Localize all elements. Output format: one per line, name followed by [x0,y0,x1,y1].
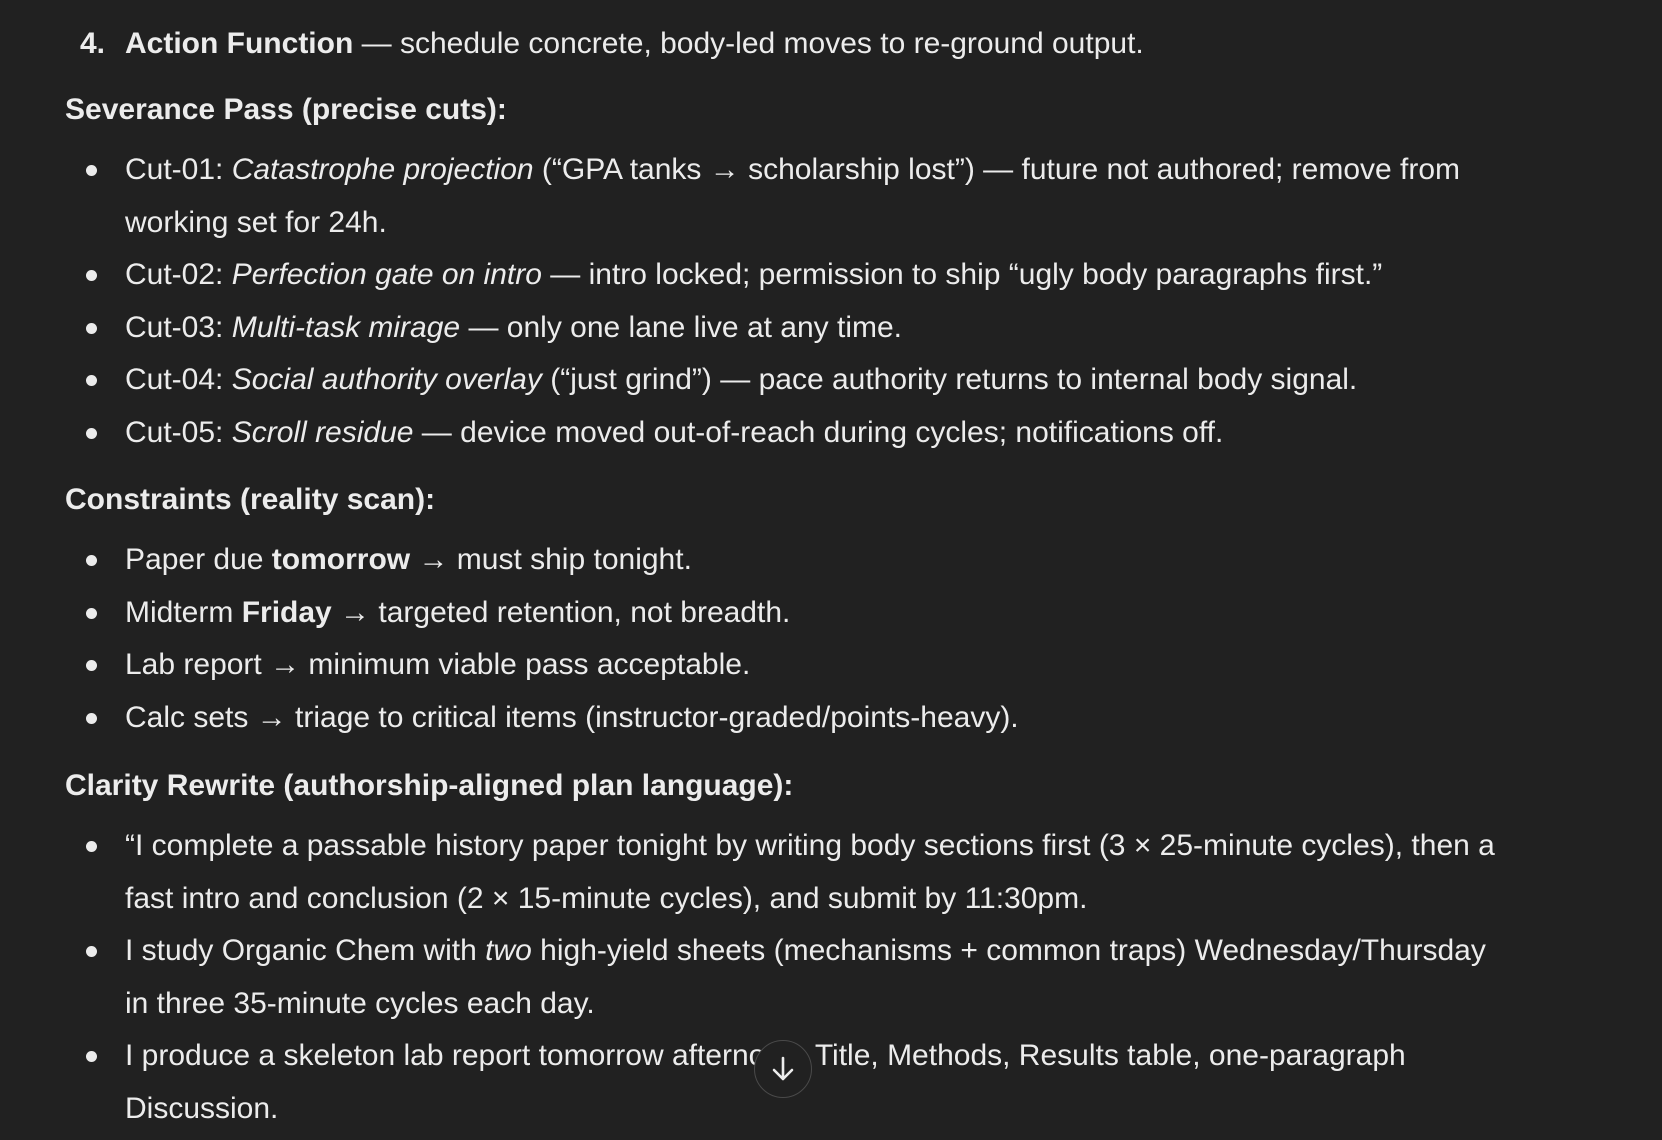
cut-id: Cut-02: [125,258,232,291]
list-item: Cut-02: Perfection gate on intro — intro… [0,249,1662,302]
bullet-icon [86,270,97,281]
list-number: 4. [80,27,106,60]
list-item: Cut-05: Scroll residue — device moved ou… [0,407,1662,460]
list-item: Cut-01: Catastrophe projection (“GPA tan… [0,144,1662,249]
emphasis: tomorrow [271,543,411,576]
text: Paper due [125,543,272,576]
text: → must ship tonight. [410,543,692,576]
list-item: I produce a skeleton lab report tomorrow… [0,1030,1662,1135]
bullet-icon [86,660,97,671]
bullet-icon [86,427,97,439]
cut-name: Social authority overlay [231,363,542,396]
text: I study Organic Chem with [125,934,486,967]
item-text: — schedule concrete, body-led moves to r… [353,27,1144,60]
cut-id: Cut-03: [125,310,232,344]
list-item: Paper due tomorrow → must ship tonight. [0,534,1662,587]
bullet-icon [86,322,97,334]
cut-description: — only one lane live at any time. [460,310,903,344]
numbered-list-item: 4. Action Function — schedule concrete, b… [80,26,1144,62]
cut-name: Perfection gate on intro [231,258,542,291]
list-item: Lab report → minimum viable pass accepta… [0,639,1662,692]
bullet-icon [86,555,97,566]
text: Calc sets → triage to critical items (in… [125,700,1019,734]
cut-id: Cut-04: [125,363,232,396]
severance-heading: Severance Pass (precise cuts): [65,93,507,126]
bullet-icon [86,946,97,957]
bullet-icon [86,165,97,176]
emphasis: two [485,934,532,967]
cut-name: Multi-task mirage [231,310,461,344]
bullet-icon [86,1051,97,1062]
text: Midterm [125,595,242,629]
cut-name: Catastrophe projection [231,153,534,186]
emphasis: Friday [241,595,332,629]
cut-id: Cut-05: [125,415,232,449]
text: “I complete a passable history paper ton… [125,829,1495,915]
list-item: Cut-03: Multi-task mirage — only one lan… [0,302,1662,355]
severance-list: Cut-01: Catastrophe projection (“GPA tan… [0,144,1662,459]
cut-description: — device moved out-of-reach during cycle… [413,415,1224,449]
list-item: Cut-04: Social authority overlay (“just … [0,354,1662,407]
constraints-list: Paper due tomorrow → must ship tonight. … [0,534,1662,744]
cut-description: (“just grind”) — pace authority returns … [541,363,1358,396]
list-item: I study Organic Chem with two high-yield… [0,925,1662,1030]
bullet-icon [86,841,97,852]
clarity-list: “I complete a passable history paper ton… [0,820,1662,1135]
text: → targeted retention, not breadth. [331,595,791,629]
item-title: Action Function [125,27,354,60]
list-item: “I complete a passable history paper ton… [0,820,1662,925]
cut-description: — intro locked; permission to ship “ugly… [541,258,1383,291]
bullet-icon [86,375,97,386]
list-item: Calc sets → triage to critical items (in… [0,692,1662,745]
bullet-icon [86,607,97,619]
text: Lab report → minimum viable pass accepta… [125,648,751,681]
cut-name: Scroll residue [231,415,414,449]
constraints-heading: Constraints (reality scan): [65,483,436,516]
bullet-icon [86,712,97,724]
arrow-down-icon [772,1056,794,1081]
cut-id: Cut-01: [125,153,232,186]
list-item: Midterm Friday → targeted retention, not… [0,587,1662,640]
scroll-to-bottom-button[interactable] [754,1040,812,1098]
clarity-heading: Clarity Rewrite (authorship-aligned plan… [65,769,794,802]
